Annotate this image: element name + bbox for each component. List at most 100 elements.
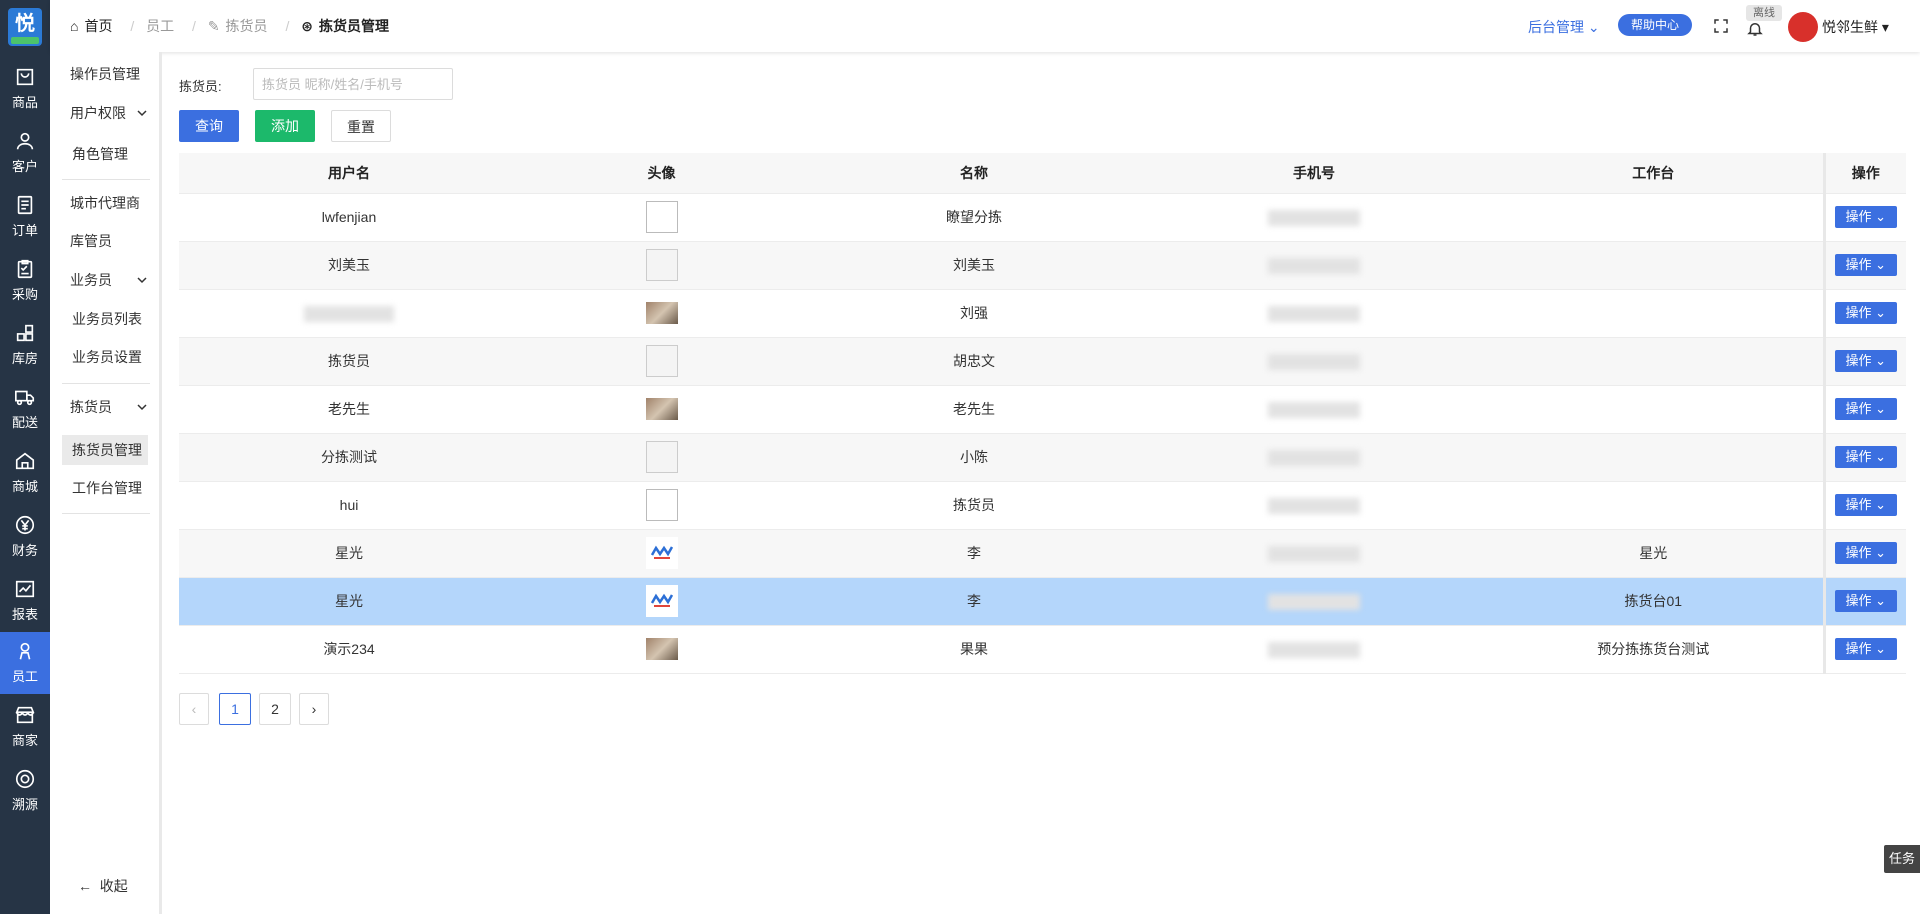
row-operation-button[interactable]: 操作 ⌄ [1834, 302, 1897, 324]
cell-operation: 操作 ⌄ [1822, 337, 1906, 386]
row-operation-button[interactable]: 操作 ⌄ [1834, 206, 1897, 228]
fullscreen-icon[interactable] [1712, 17, 1730, 35]
table-row[interactable]: 星光李星光 操作 ⌄ [179, 529, 1906, 578]
row-operation-button[interactable]: 操作 ⌄ [1834, 254, 1897, 276]
breadcrumb-separator: / [192, 18, 196, 34]
rail-item-orders[interactable]: 订单 [0, 186, 50, 248]
row-operation-button[interactable]: 操作 ⌄ [1834, 398, 1897, 420]
clipboard-icon [17, 259, 33, 279]
cell-phone [1144, 529, 1484, 578]
cell-phone [1144, 337, 1484, 386]
table-row[interactable]: 刘强 操作 ⌄ [179, 289, 1906, 338]
cell-phone [1144, 625, 1484, 674]
cell-operation: 操作 ⌄ [1822, 193, 1906, 242]
cell-avatar [519, 241, 804, 290]
cell-username: 演示234 [179, 625, 519, 674]
brand-user-menu[interactable]: 悦邻生鲜 ▾ [1822, 17, 1889, 37]
task-button[interactable]: 任务 [1884, 845, 1920, 873]
add-button[interactable]: 添加 [255, 110, 315, 142]
col-phone: 手机号 [1144, 153, 1484, 194]
sidebar-item-operator[interactable]: 操作员管理 [50, 59, 162, 89]
rail-item-purchase[interactable]: 采购 [0, 250, 50, 312]
avatar-logo [645, 537, 678, 569]
rail-item-reports[interactable]: 报表 [0, 570, 50, 632]
rail-item-finance[interactable]: 财务 [0, 506, 50, 568]
rail-item-customer[interactable]: 客户 [0, 122, 50, 184]
cell-avatar [519, 433, 804, 482]
row-operation-button[interactable]: 操作 ⌄ [1834, 446, 1897, 468]
next-page-button[interactable]: › [299, 693, 329, 725]
sidebar-item-roles[interactable]: 角色管理 [50, 139, 162, 169]
query-button[interactable]: 查询 [179, 110, 239, 142]
cell-workbench [1484, 337, 1824, 386]
cell-avatar [519, 577, 804, 626]
cell-username: hui [179, 481, 519, 530]
table-row[interactable]: hui 拣货员 操作 ⌄ [179, 481, 1906, 530]
sidebar-item-salesman-settings[interactable]: 业务员设置 [50, 342, 162, 372]
chevron-down-icon: ⌄ [1875, 209, 1887, 224]
row-operation-button[interactable]: 操作 ⌄ [1834, 590, 1897, 612]
sidebar-item-workbench[interactable]: 工作台管理 [50, 473, 162, 503]
row-operation-button[interactable]: 操作 ⌄ [1834, 494, 1897, 516]
sidebar-item-picker[interactable]: 拣货员 [50, 392, 162, 422]
table-header-row: 用户名 头像 名称 手机号 工作台 操作 [179, 153, 1906, 194]
breadcrumb-staff[interactable]: 员工 [146, 18, 174, 34]
rail-item-merchant[interactable]: 商家 [0, 696, 50, 758]
cell-name: 李 [804, 577, 1144, 626]
picker-search-input[interactable] [253, 68, 453, 100]
row-operation-button[interactable]: 操作 ⌄ [1834, 638, 1897, 660]
page-1-button[interactable]: 1 [219, 693, 251, 725]
chevron-right-icon: › [311, 701, 317, 717]
cell-phone [1144, 577, 1484, 626]
chevron-down-icon: ⌄ [1875, 257, 1887, 272]
avatar-placeholder [645, 249, 678, 281]
reset-button[interactable]: 重置 [331, 110, 391, 142]
backend-menu[interactable]: 后台管理 ⌄ [1528, 17, 1600, 37]
table-row[interactable]: 分拣测试 小陈 操作 ⌄ [179, 433, 1906, 482]
table-row[interactable]: 演示234 果果 预分拣拣货台测试 操作 ⌄ [179, 625, 1906, 674]
cell-phone [1144, 241, 1484, 290]
col-operation: 操作 [1822, 153, 1906, 194]
cell-name: 刘强 [804, 289, 1144, 338]
row-operation-button[interactable]: 操作 ⌄ [1834, 542, 1897, 564]
rail-item-trace[interactable]: 溯源 [0, 760, 50, 822]
cell-name: 果果 [804, 625, 1144, 674]
table-row[interactable]: 老先生 老先生 操作 ⌄ [179, 385, 1906, 434]
row-operation-button[interactable]: 操作 ⌄ [1834, 350, 1897, 372]
help-center-button[interactable]: 帮助中心 [1618, 14, 1692, 36]
collapse-button[interactable]: ← 收起 [78, 876, 128, 896]
cell-name: 瞭望分拣 [804, 193, 1144, 242]
blurred-phone [1268, 641, 1360, 658]
bell-icon[interactable] [1746, 20, 1764, 38]
sidebar-item-salesman[interactable]: 业务员 [50, 265, 162, 295]
sidebar-item-picker-management[interactable]: 拣货员管理 [62, 435, 148, 465]
chevron-down-icon [137, 404, 147, 411]
rail-item-staff[interactable]: 员工 [0, 632, 50, 694]
table-row[interactable]: 刘美玉 刘美玉 操作 ⌄ [179, 241, 1906, 290]
sidebar-item-salesman-list[interactable]: 业务员列表 [50, 304, 162, 334]
avatar[interactable] [1788, 12, 1818, 42]
cell-operation: 操作 ⌄ [1822, 289, 1906, 338]
table-row[interactable]: lwfenjian 瞭望分拣 操作 ⌄ [179, 193, 1906, 242]
table-row[interactable]: 星光 李 拣货台01 操作 ⌄ [179, 577, 1906, 626]
blurred-username [304, 305, 394, 322]
sidebar-item-city-agent[interactable]: 城市代理商 [50, 188, 162, 218]
rail-item-goods[interactable]: 商品 [0, 58, 50, 120]
cell-workbench: 星光 [1484, 529, 1824, 578]
sidebar-item-permissions[interactable]: 用户权限 [50, 98, 162, 128]
rail-item-delivery[interactable]: 配送 [0, 378, 50, 440]
cell-phone [1144, 289, 1484, 338]
blurred-phone [1268, 209, 1360, 226]
blurred-phone [1268, 257, 1360, 274]
cell-operation: 操作 ⌄ [1822, 481, 1906, 530]
table-row[interactable]: 拣货员 胡忠文 操作 ⌄ [179, 337, 1906, 386]
settings-icon: ⊛ [301, 18, 313, 34]
cell-workbench: 拣货台01 [1484, 577, 1824, 626]
breadcrumb-home[interactable]: 首页 [84, 18, 112, 34]
rail-item-warehouse[interactable]: 库房 [0, 314, 50, 376]
sidebar-item-warehouse-keeper[interactable]: 库管员 [50, 226, 162, 256]
prev-page-button[interactable]: ‹ [179, 693, 209, 725]
breadcrumb-picker[interactable]: 拣货员 [226, 18, 268, 34]
rail-item-mall[interactable]: 商城 [0, 442, 50, 504]
page-2-button[interactable]: 2 [259, 693, 291, 725]
